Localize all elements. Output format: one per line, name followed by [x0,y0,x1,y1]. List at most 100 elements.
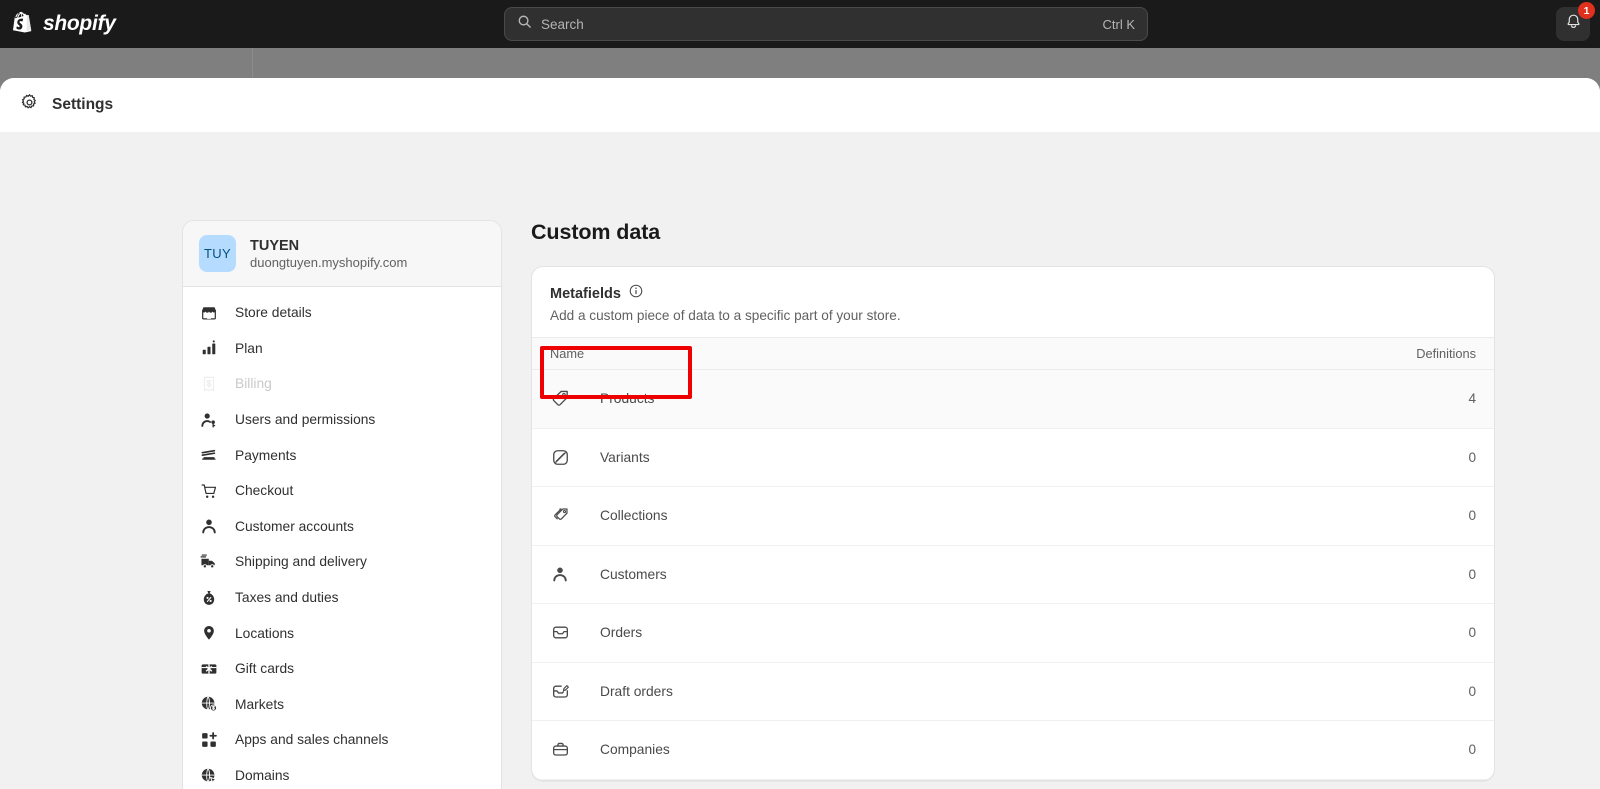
sidebar-item-label: Domains [235,768,289,783]
store-name: TUYEN [250,238,407,254]
table-row[interactable]: Variants0 [532,429,1494,488]
sidebar-item-plan[interactable]: Plan [183,331,501,367]
sidebar-item-label: Markets [235,697,284,712]
chart-bars-icon [199,338,219,358]
top-bar: shopify Search Ctrl K 1 [0,0,1600,48]
metafield-owner-label: Companies [600,742,1468,757]
sidebar-item-markets[interactable]: Markets [183,687,501,723]
sidebar-item-label: Plan [235,341,263,356]
sidebar-item-shipping-and-delivery[interactable]: Shipping and delivery [183,544,501,580]
table-row[interactable]: Collections0 [532,487,1494,546]
tags-stack-icon [550,506,570,526]
shopify-logo[interactable]: shopify [10,10,116,39]
order-inbox-icon [550,623,570,643]
table-row[interactable]: Draft orders0 [532,663,1494,722]
payment-card-icon [199,445,219,465]
receipt-dollar-icon [199,374,219,394]
definitions-count: 0 [1468,508,1476,523]
sidebar-item-label: Checkout [235,483,293,498]
metafield-owner-label: Draft orders [600,684,1468,699]
search-shortcut-hint: Ctrl K [1103,17,1136,32]
person-icon [550,564,570,584]
metafields-card-header: Metafields Add a custom piece of data to… [532,267,1494,337]
store-profile-card[interactable]: TUY TUYEN duongtuyen.myshopify.com [183,221,501,287]
person-icon [199,516,219,536]
draft-order-icon [550,681,570,701]
sidebar-item-billing: Billing [183,366,501,402]
metafields-table-header: Name Definitions [532,337,1494,370]
notifications-button[interactable]: 1 [1556,7,1590,41]
table-row[interactable]: Orders0 [532,604,1494,663]
search-input[interactable]: Search Ctrl K [504,7,1148,41]
location-pin-icon [199,623,219,643]
metafield-owner-label: Products [600,391,1468,406]
avatar: TUY [199,235,236,272]
definitions-count: 0 [1468,567,1476,582]
modal-backdrop [0,48,1600,81]
settings-sidebar: TUY TUYEN duongtuyen.myshopify.com Store… [182,220,502,789]
tag-icon [550,389,570,409]
sidebar-item-label: Apps and sales channels [235,732,388,747]
sidebar-item-apps-and-sales-channels[interactable]: Apps and sales channels [183,722,501,758]
notification-badge: 1 [1578,2,1595,19]
shopify-bag-logo-icon [10,10,36,39]
definitions-count: 4 [1468,391,1476,406]
page-title: Settings [52,96,113,114]
settings-main-panel: Custom data Metafields Add a cus [531,220,1600,789]
apps-plus-icon [199,730,219,750]
definitions-count: 0 [1468,625,1476,640]
sidebar-item-payments[interactable]: Payments [183,437,501,473]
definitions-count: 0 [1468,684,1476,699]
person-key-icon [199,410,219,430]
gift-card-icon [199,659,219,679]
settings-modal: Settings TUY TUYEN duongtuyen.myshopify.… [0,78,1600,789]
metafields-title: Metafields [550,286,621,302]
tag-diagonal-icon [550,447,570,467]
sidebar-item-store-details[interactable]: Store details [183,295,501,331]
global-search[interactable]: Search Ctrl K [504,7,1148,41]
sidebar-item-label: Billing [235,376,272,391]
info-circle-icon[interactable] [629,284,643,303]
table-row[interactable]: Customers0 [532,546,1494,605]
sidebar-item-users-and-permissions[interactable]: Users and permissions [183,402,501,438]
definitions-count: 0 [1468,742,1476,757]
column-header-definitions: Definitions [1416,346,1476,361]
sidebar-item-label: Shipping and delivery [235,554,367,569]
sidebar-item-checkout[interactable]: Checkout [183,473,501,509]
sidebar-item-label: Store details [235,305,312,320]
briefcase-icon [550,740,570,760]
sidebar-item-domains[interactable]: Domains [183,758,501,789]
search-icon [517,14,532,34]
table-row[interactable]: Products4 [532,370,1494,429]
sidebar-item-customer-accounts[interactable]: Customer accounts [183,509,501,545]
shopify-wordmark: shopify [43,12,116,36]
globe-dollar-icon [199,694,219,714]
settings-body: TUY TUYEN duongtuyen.myshopify.com Store… [0,132,1600,789]
metafield-owner-label: Customers [600,567,1468,582]
column-header-name: Name [550,346,1416,361]
sidebar-item-label: Users and permissions [235,412,375,427]
metafields-card: Metafields Add a custom piece of data to… [531,266,1495,781]
store-domain: duongtuyen.myshopify.com [250,255,407,270]
cart-icon [199,481,219,501]
sidebar-item-label: Gift cards [235,661,294,676]
sidebar-item-locations[interactable]: Locations [183,615,501,651]
sidebar-item-label: Locations [235,626,294,641]
bell-icon [1565,13,1582,35]
sidebar-item-taxes-and-duties[interactable]: Taxes and duties [183,580,501,616]
sidebar-item-label: Payments [235,448,296,463]
globe-pointer-icon [199,766,219,786]
metafield-owner-label: Orders [600,625,1468,640]
settings-modal-header: Settings [0,78,1600,132]
custom-data-heading: Custom data [531,220,1495,245]
gear-icon [20,93,39,117]
metafield-owner-label: Collections [600,508,1468,523]
metafields-subtitle: Add a custom piece of data to a specific… [550,308,1476,323]
delivery-truck-icon [199,552,219,572]
table-row[interactable]: Companies0 [532,721,1494,780]
sidebar-item-label: Taxes and duties [235,590,339,605]
storefront-icon [199,303,219,323]
settings-nav-list: Store details Plan Billing Users and permis… [183,287,501,789]
sidebar-item-gift-cards[interactable]: Gift cards [183,651,501,687]
metafields-table-body: Products4Variants0Collections0Customers0… [532,370,1494,780]
